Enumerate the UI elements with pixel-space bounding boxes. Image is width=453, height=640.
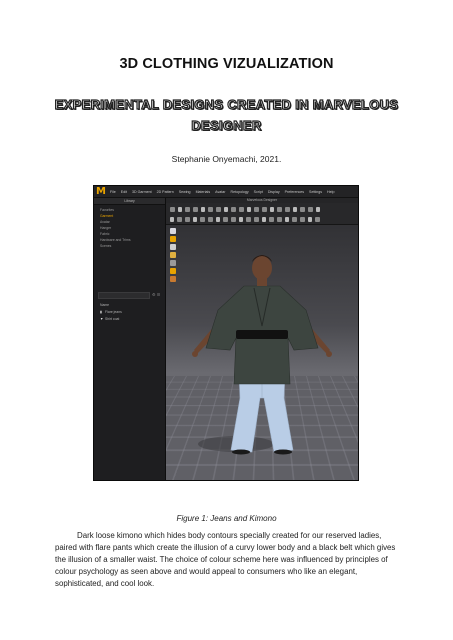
- object-header: Name: [100, 303, 110, 307]
- menu-item[interactable]: Retopology: [230, 190, 248, 194]
- menu-bar: M File Edit 3D Garment 2D Pattern Sewing…: [94, 186, 358, 198]
- object-item[interactable]: ▼ Shirt coat: [100, 316, 122, 323]
- app-logo: M: [96, 185, 106, 197]
- menu-item[interactable]: Materials: [196, 190, 211, 194]
- menu-item[interactable]: Edit: [121, 190, 127, 194]
- library-panel: Library Favorites Garment Avatar Hanger …: [94, 198, 166, 480]
- object-browser: Name ▮ Flare jeans ▼ Shirt coat: [100, 302, 122, 323]
- avatar-head: [252, 256, 272, 280]
- menu-item[interactable]: Help: [327, 190, 334, 194]
- menu-item[interactable]: Script: [254, 190, 263, 194]
- menu-item[interactable]: Settings: [309, 190, 322, 194]
- object-label: Shirt coat: [105, 317, 120, 321]
- document-title: 3D CLOTHING VIZUALIZATION: [119, 56, 334, 72]
- library-item[interactable]: Scenes: [100, 243, 165, 249]
- menu-item[interactable]: File: [110, 190, 116, 194]
- body-paragraph: Dark loose kimono which hides body conto…: [55, 531, 396, 588]
- figure-caption: Figure 1: Jeans and Kimono: [176, 514, 277, 523]
- black-belt: [236, 330, 288, 339]
- menu-item[interactable]: Preferences: [285, 190, 304, 194]
- library-list: Favorites Garment Avatar Hanger Fabric H…: [94, 205, 165, 249]
- software-screenshot: M File Edit 3D Garment 2D Pattern Sewing…: [93, 185, 359, 481]
- object-search-input[interactable]: [98, 292, 150, 299]
- document-subtitle: EXPERIMENTAL DESIGNS CREATED IN MARVELOU…: [54, 96, 399, 133]
- filter-icon[interactable]: ⚙ ☰: [152, 292, 160, 297]
- author-line: Stephanie Onyemachi, 2021.: [171, 154, 282, 164]
- menu-item[interactable]: Display: [268, 190, 280, 194]
- object-label: Flare jeans: [105, 310, 122, 314]
- object-item[interactable]: ▮ Flare jeans: [100, 309, 122, 316]
- 3d-viewport[interactable]: Marvelous Designer: [166, 198, 358, 480]
- library-header: Library: [94, 198, 165, 205]
- menu-item[interactable]: Avatar: [215, 190, 225, 194]
- menu-item[interactable]: 2D Pattern: [157, 190, 174, 194]
- menu-item[interactable]: Sewing: [179, 190, 191, 194]
- menu-item[interactable]: 3D Garment: [132, 190, 152, 194]
- avatar-model: [192, 255, 332, 455]
